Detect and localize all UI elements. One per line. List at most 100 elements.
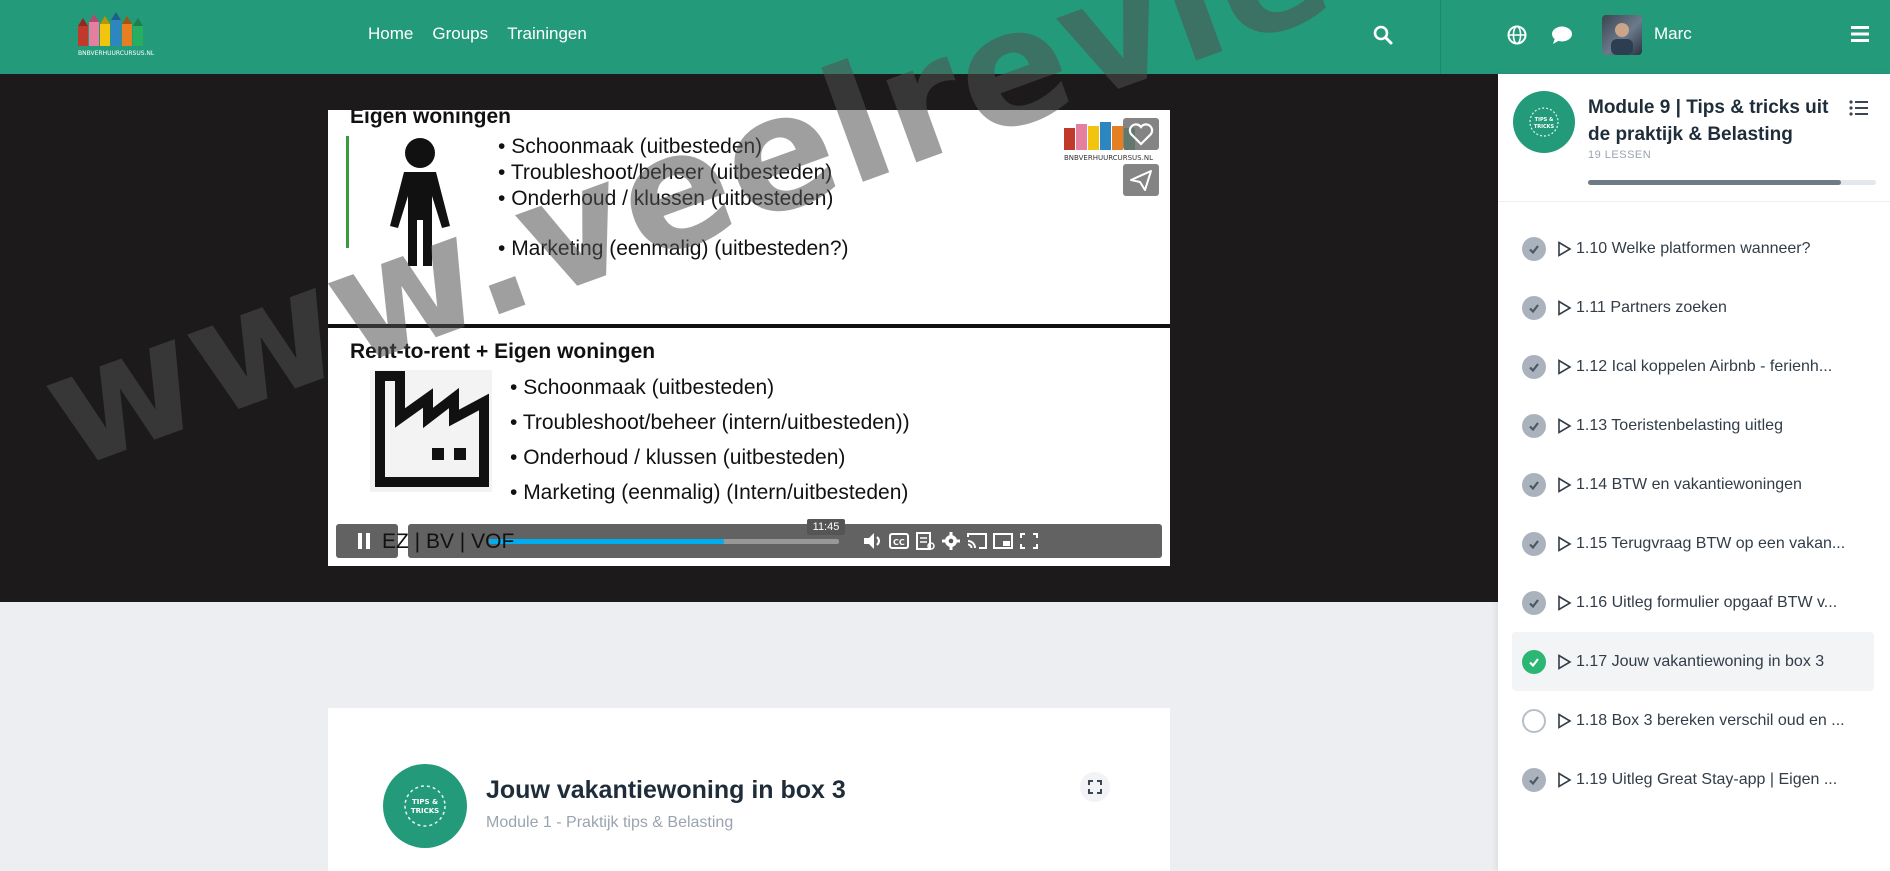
play-icon — [1558, 299, 1572, 316]
play-icon — [1558, 535, 1572, 552]
nav-groups[interactable]: Groups — [432, 24, 488, 44]
check-circle-icon[interactable] — [1522, 413, 1546, 438]
volume-icon[interactable] — [862, 531, 884, 551]
site-logo[interactable]: BNBVERHUURCURSUS.NL — [76, 12, 155, 58]
play-icon — [1558, 594, 1572, 611]
share-button[interactable] — [1123, 164, 1159, 196]
lesson-item[interactable]: 1.16 Uitleg formulier opgaaf BTW v... — [1512, 573, 1874, 632]
slide-bottom-bullets: Schoonmaak (uitbesteden) Troubleshoot/be… — [510, 370, 910, 510]
check-circle-icon[interactable] — [1522, 649, 1546, 674]
play-icon — [1558, 653, 1572, 670]
check-circle-icon[interactable] — [1522, 531, 1546, 556]
slide-top-title: Eigen woningen — [350, 110, 511, 128]
lesson-item[interactable]: 1.18 Box 3 bereken verschil oud en ... — [1512, 691, 1874, 750]
nav-home[interactable]: Home — [368, 24, 413, 44]
play-icon — [1558, 417, 1572, 434]
lesson-label: 1.18 Box 3 bereken verschil oud en ... — [1576, 711, 1845, 729]
seek-bar-fill — [489, 539, 724, 544]
check-circle-icon[interactable] — [1522, 590, 1546, 615]
user-name[interactable]: Marc — [1654, 24, 1692, 44]
time-tooltip: 11:45 — [807, 519, 845, 535]
lesson-label: 1.17 Jouw vakantiewoning in box 3 — [1576, 652, 1825, 670]
bullet-item: Schoonmaak (uitbesteden) — [498, 134, 849, 160]
svg-text:TIPS &: TIPS & — [412, 798, 438, 806]
check-circle-icon[interactable] — [1522, 472, 1546, 497]
person-icon — [390, 138, 450, 266]
seek-bar[interactable]: 11:45 — [489, 519, 845, 544]
slide-top-section: Eigen woningen Schoonmaak (uitbesteden) … — [328, 110, 1170, 325]
top-navbar: BNBVERHUURCURSUS.NL Home Groups Training… — [0, 0, 1890, 74]
player-controls: 11:45 CC vimeo EZ | BV | VOF — [336, 519, 1170, 558]
lesson-title: Jouw vakantiewoning in box 3 — [486, 776, 846, 804]
play-icon — [1558, 240, 1572, 257]
cast-icon[interactable] — [966, 531, 988, 551]
lesson-label: 1.11 Partners zoeken — [1576, 298, 1727, 316]
lesson-label: 1.15 Terugvraag BTW op een vakan... — [1576, 534, 1846, 552]
chat-icon[interactable] — [1550, 24, 1574, 46]
avatar[interactable] — [1602, 15, 1642, 55]
module-title[interactable]: Module 9 | Tips & tricks uit de praktijk… — [1588, 94, 1838, 148]
module-progress-bar — [1588, 180, 1876, 185]
svg-text:TIPS &: TIPS & — [1535, 117, 1554, 123]
vimeo-logo[interactable]: vimeo — [1166, 531, 1170, 553]
transcript-icon[interactable] — [914, 531, 936, 551]
bullet-item: Onderhoud / klussen (uitbesteden) — [498, 186, 849, 212]
expand-button[interactable] — [1080, 772, 1110, 802]
lesson-item[interactable]: 1.13 Toeristenbelasting uitleg — [1512, 396, 1874, 455]
globe-icon[interactable] — [1506, 24, 1528, 46]
lesson-card: TIPS & TRICKS Jouw vakantiewoning in box… — [328, 708, 1170, 871]
bullet-item: Marketing (eenmalig) (uitbesteden?) — [498, 236, 848, 262]
list-icon[interactable] — [1848, 98, 1870, 118]
play-icon — [1558, 358, 1572, 375]
bullet-item: Troubleshoot/beheer (intern/uitbesteden)… — [510, 405, 910, 440]
player-control-bar: 11:45 CC vimeo — [408, 519, 1170, 558]
settings-gear-icon[interactable] — [940, 531, 962, 551]
check-circle-icon[interactable] — [1522, 236, 1546, 261]
check-circle-icon[interactable] — [1522, 767, 1546, 792]
play-icon — [1558, 771, 1572, 788]
slide-bottom-title: Rent-to-rent + Eigen woningen — [350, 340, 656, 363]
picture-in-picture-icon[interactable] — [992, 531, 1014, 551]
lesson-item[interactable]: 1.12 Ical koppelen Airbnb - ferienh... — [1512, 337, 1874, 396]
lesson-item[interactable]: 1.10 Welke platformen wanneer? — [1512, 219, 1874, 278]
sidebar-header: TIPS & TRICKS Module 9 | Tips & tricks u… — [1498, 74, 1890, 202]
video-player[interactable]: Eigen woningen Schoonmaak (uitbesteden) … — [328, 110, 1170, 566]
slide-top-bullets: Schoonmaak (uitbesteden) Troubleshoot/be… — [498, 134, 849, 262]
lesson-count: 19 LESSEN — [1588, 149, 1652, 161]
lesson-item[interactable]: 1.11 Partners zoeken — [1512, 278, 1874, 337]
closed-captions-icon[interactable]: CC — [888, 531, 910, 551]
lesson-list: 1.9 Schoonmaak instructies voor sc...1.1… — [1498, 160, 1890, 809]
lesson-item[interactable]: 1.15 Terugvraag BTW op een vakan... — [1512, 514, 1874, 573]
lesson-item[interactable]: 1.17 Jouw vakantiewoning in box 3 — [1512, 632, 1874, 691]
nav-trainingen[interactable]: Trainingen — [507, 24, 587, 44]
factory-icon — [370, 370, 492, 492]
play-icon — [1558, 476, 1572, 493]
lesson-item[interactable]: 1.19 Uitleg Great Stay-app | Eigen ... — [1512, 750, 1874, 809]
like-button[interactable] — [1123, 118, 1159, 150]
lesson-label: 1.12 Ical koppelen Airbnb - ferienh... — [1576, 357, 1833, 375]
svg-text:CC: CC — [893, 538, 905, 547]
lesson-label: 1.10 Welke platformen wanneer? — [1576, 239, 1811, 257]
hamburger-menu-icon[interactable] — [1850, 25, 1870, 43]
header-divider — [1440, 0, 1441, 74]
bullet-item: Onderhoud / klussen (uitbesteden) — [510, 440, 910, 475]
check-circle-icon[interactable] — [1522, 354, 1546, 379]
incomplete-circle-icon[interactable] — [1522, 708, 1546, 733]
play-icon — [1558, 712, 1572, 729]
paper-plane-icon — [1130, 170, 1152, 191]
search-icon[interactable] — [1372, 24, 1394, 46]
tips-tricks-icon: TIPS & TRICKS — [1529, 107, 1559, 137]
fullscreen-icon[interactable] — [1018, 531, 1040, 551]
check-circle-icon[interactable] — [1522, 295, 1546, 320]
lesson-label: 1.13 Toeristenbelasting uitleg — [1576, 416, 1783, 434]
video-stage: Eigen woningen Schoonmaak (uitbesteden) … — [0, 74, 1498, 602]
course-sidebar: TIPS & TRICKS Module 9 | Tips & tricks u… — [1498, 74, 1890, 871]
bullet-item: Troubleshoot/beheer (uitbesteden) — [498, 160, 849, 186]
heart-icon — [1128, 123, 1154, 146]
svg-text:TRICKS: TRICKS — [1534, 124, 1555, 130]
lesson-module-subtitle[interactable]: Module 1 - Praktijk tips & Belasting — [486, 814, 733, 832]
module-badge: TIPS & TRICKS — [383, 764, 467, 848]
lesson-label: 1.16 Uitleg formulier opgaaf BTW v... — [1576, 593, 1838, 611]
bullet-item: Schoonmaak (uitbesteden) — [510, 370, 910, 405]
lesson-item[interactable]: 1.14 BTW en vakantiewoningen — [1512, 455, 1874, 514]
